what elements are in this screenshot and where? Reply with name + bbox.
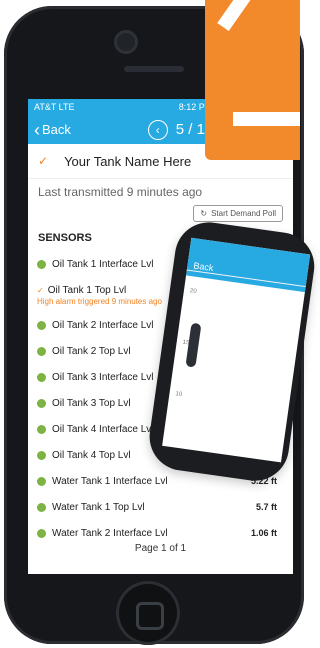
tablet-tick: 20 xyxy=(189,288,197,295)
sensor-label: Oil Tank 1 Top Lvl xyxy=(47,284,127,296)
status-dot-icon xyxy=(37,372,46,382)
camera xyxy=(114,30,138,54)
check-icon: ✓ xyxy=(38,154,49,168)
sensor-label: Oil Tank 1 Interface Lvl xyxy=(52,258,154,270)
logo-stroke xyxy=(217,0,287,32)
check-icon: ✓ xyxy=(37,285,44,295)
sensor-label: Water Tank 1 Interface Lvl xyxy=(52,475,168,487)
sensor-label: Oil Tank 3 Interface Lvl xyxy=(52,371,154,383)
status-dot-icon xyxy=(37,528,46,538)
back-button[interactable]: ‹ Back xyxy=(34,121,102,139)
brand-logo xyxy=(205,0,300,160)
status-dot-icon xyxy=(37,346,46,356)
tank-name: Your Tank Name Here xyxy=(64,153,192,169)
chevron-left-icon[interactable]: ‹ xyxy=(147,119,168,140)
sensor-label: Oil Tank 2 Top Lvl xyxy=(52,345,131,357)
page-number: Page 1 of 1 xyxy=(134,543,187,554)
refresh-icon: ↻ xyxy=(200,209,208,218)
last-transmitted: Last transmitted 9 minutes ago xyxy=(38,185,203,199)
status-dot-icon xyxy=(37,398,46,408)
sensor-label: Oil Tank 3 Top Lvl xyxy=(52,397,131,409)
status-dot-icon xyxy=(37,424,46,434)
sensor-label: Oil Tank 2 Interface Lvl xyxy=(52,319,154,331)
poll-wrap: ↻ Start Demand Poll xyxy=(28,199,293,222)
status-dot-icon xyxy=(37,450,46,460)
status-dot-icon xyxy=(37,502,46,512)
logo-stroke xyxy=(233,112,300,126)
tablet-screen: Back 20 15 10 xyxy=(162,237,311,463)
chevron-left-icon: ‹ xyxy=(34,119,40,140)
status-dot-icon xyxy=(37,476,46,486)
sensor-value: 5.7 ft xyxy=(255,502,277,512)
carrier-label: AT&T LTE xyxy=(34,102,75,112)
status-dot-icon xyxy=(37,320,46,330)
sensor-label: Water Tank 1 Top Lvl xyxy=(52,501,145,513)
speaker xyxy=(124,66,184,72)
status-dot-icon xyxy=(37,259,46,269)
tablet-chart: 20 15 10 xyxy=(162,269,306,463)
back-label: Back xyxy=(42,122,71,137)
tablet-tick: 10 xyxy=(175,391,183,398)
sensor-row[interactable]: Water Tank 1 Top Lvl 5.7 ft xyxy=(28,494,293,520)
sensor-label: Oil Tank 4 Top Lvl xyxy=(52,449,131,461)
sensor-label: Water Tank 2 Interface Lvl xyxy=(52,527,168,539)
sensor-value: 1.06 ft xyxy=(250,528,277,538)
home-square-icon xyxy=(136,602,164,630)
sensor-label: Oil Tank 4 Interface Lvl xyxy=(52,423,154,435)
poll-label: Start Demand Poll xyxy=(211,209,276,218)
start-demand-poll-button[interactable]: ↻ Start Demand Poll xyxy=(193,205,283,222)
